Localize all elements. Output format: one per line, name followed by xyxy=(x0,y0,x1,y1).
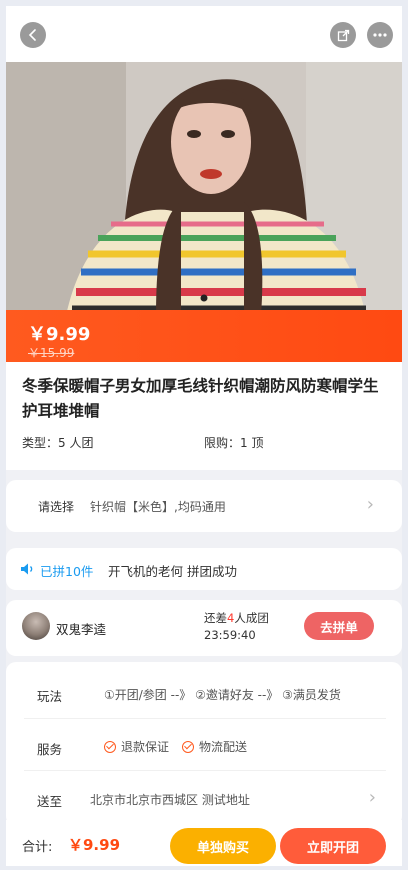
purchase-info-card: 玩法 ①开团/参团 --》 ②邀请好友 --》 ③满员发货 服务 退款保证 物流… xyxy=(6,662,402,826)
more-button[interactable] xyxy=(367,22,393,48)
play-rules-row: 玩法 ①开团/参团 --》 ②邀请好友 --》 ③满员发货 xyxy=(24,666,386,718)
product-page: ￥9.99 ￥15.99 冬季保暖帽子男女加厚毛线针织帽潮防风防寒帽学生护耳堆堆… xyxy=(6,6,402,866)
bottom-action-bar: 合计: ￥9.99 单独购买 立即开团 xyxy=(6,820,402,866)
total-price: ￥9.99 xyxy=(68,836,121,854)
ship-to-row[interactable]: 送至 北京市北京市西城区 测试地址 › xyxy=(24,770,386,822)
total-label: 合计: xyxy=(22,840,53,855)
product-title: 冬季保暖帽子男女加厚毛线针织帽潮防风防寒帽学生护耳堆堆帽 xyxy=(22,377,379,420)
product-image[interactable] xyxy=(6,62,402,316)
check-circle-icon xyxy=(182,740,194,753)
ship-label: 送至 xyxy=(37,794,63,809)
grouped-count: 已拼10件 xyxy=(40,564,94,579)
check-circle-icon xyxy=(104,740,116,753)
top-bar xyxy=(6,6,402,62)
service-delivery: 物流配送 xyxy=(182,738,247,755)
play-steps: ①开团/参团 --》 ②邀请好友 --》 ③满员发货 xyxy=(104,688,341,702)
product-info-card: 冬季保暖帽子男女加厚毛线针织帽潮防风防寒帽学生护耳堆堆帽 类型：5 人团 限购：… xyxy=(6,362,402,470)
countdown-timer: 23:59:40 xyxy=(204,628,256,642)
current-price: ￥9.99 xyxy=(28,324,91,345)
play-label: 玩法 xyxy=(37,689,63,704)
service-refund: 退款保证 xyxy=(104,738,169,755)
start-group-button[interactable]: 立即开团 xyxy=(280,828,386,864)
open-group-row: 双鬼李逵 还差4人成团 23:59:40 去拼单 xyxy=(6,600,402,656)
original-price: ￥15.99 xyxy=(28,346,75,360)
avatar xyxy=(22,612,50,640)
purchase-limit: 限购：1 顶 xyxy=(204,436,264,450)
group-type: 类型：5 人团 xyxy=(22,436,94,450)
spec-value: 针织帽【米色】,均码通用 xyxy=(90,500,226,514)
service-delivery-text: 物流配送 xyxy=(199,740,248,754)
ship-address: 北京市北京市西城区 测试地址 xyxy=(90,793,250,807)
service-refund-text: 退款保证 xyxy=(121,740,170,754)
grouped-message: 开飞机的老何 拼团成功 xyxy=(108,564,237,579)
product-photo xyxy=(6,62,402,316)
service-label: 服务 xyxy=(37,742,63,757)
need-prefix: 还差 xyxy=(204,611,227,625)
back-button[interactable] xyxy=(20,22,46,48)
spec-label: 请选择 xyxy=(38,500,75,514)
group-success-notice: 已拼10件 开飞机的老何 拼团成功 xyxy=(6,548,402,590)
chevron-right-icon: › xyxy=(366,494,374,515)
spec-selector[interactable]: 请选择 针织帽【米色】,均码通用 › xyxy=(6,480,402,532)
service-row: 服务 退款保证 物流配送 xyxy=(24,718,386,770)
need-suffix: 人成团 xyxy=(234,611,269,625)
share-button[interactable] xyxy=(330,22,356,48)
price-bar: ￥9.99 ￥15.99 xyxy=(6,310,402,362)
group-leader-name: 双鬼李逵 xyxy=(56,622,107,637)
members-needed: 还差4人成团 xyxy=(204,610,269,626)
speaker-icon xyxy=(21,563,33,575)
buy-single-button[interactable]: 单独购买 xyxy=(170,828,276,864)
back-icon xyxy=(28,29,36,41)
more-icon xyxy=(373,33,387,37)
chevron-right-icon: › xyxy=(368,787,376,808)
join-group-button[interactable]: 去拼单 xyxy=(304,612,374,640)
share-icon xyxy=(337,29,349,41)
carousel-indicator[interactable] xyxy=(196,294,212,302)
